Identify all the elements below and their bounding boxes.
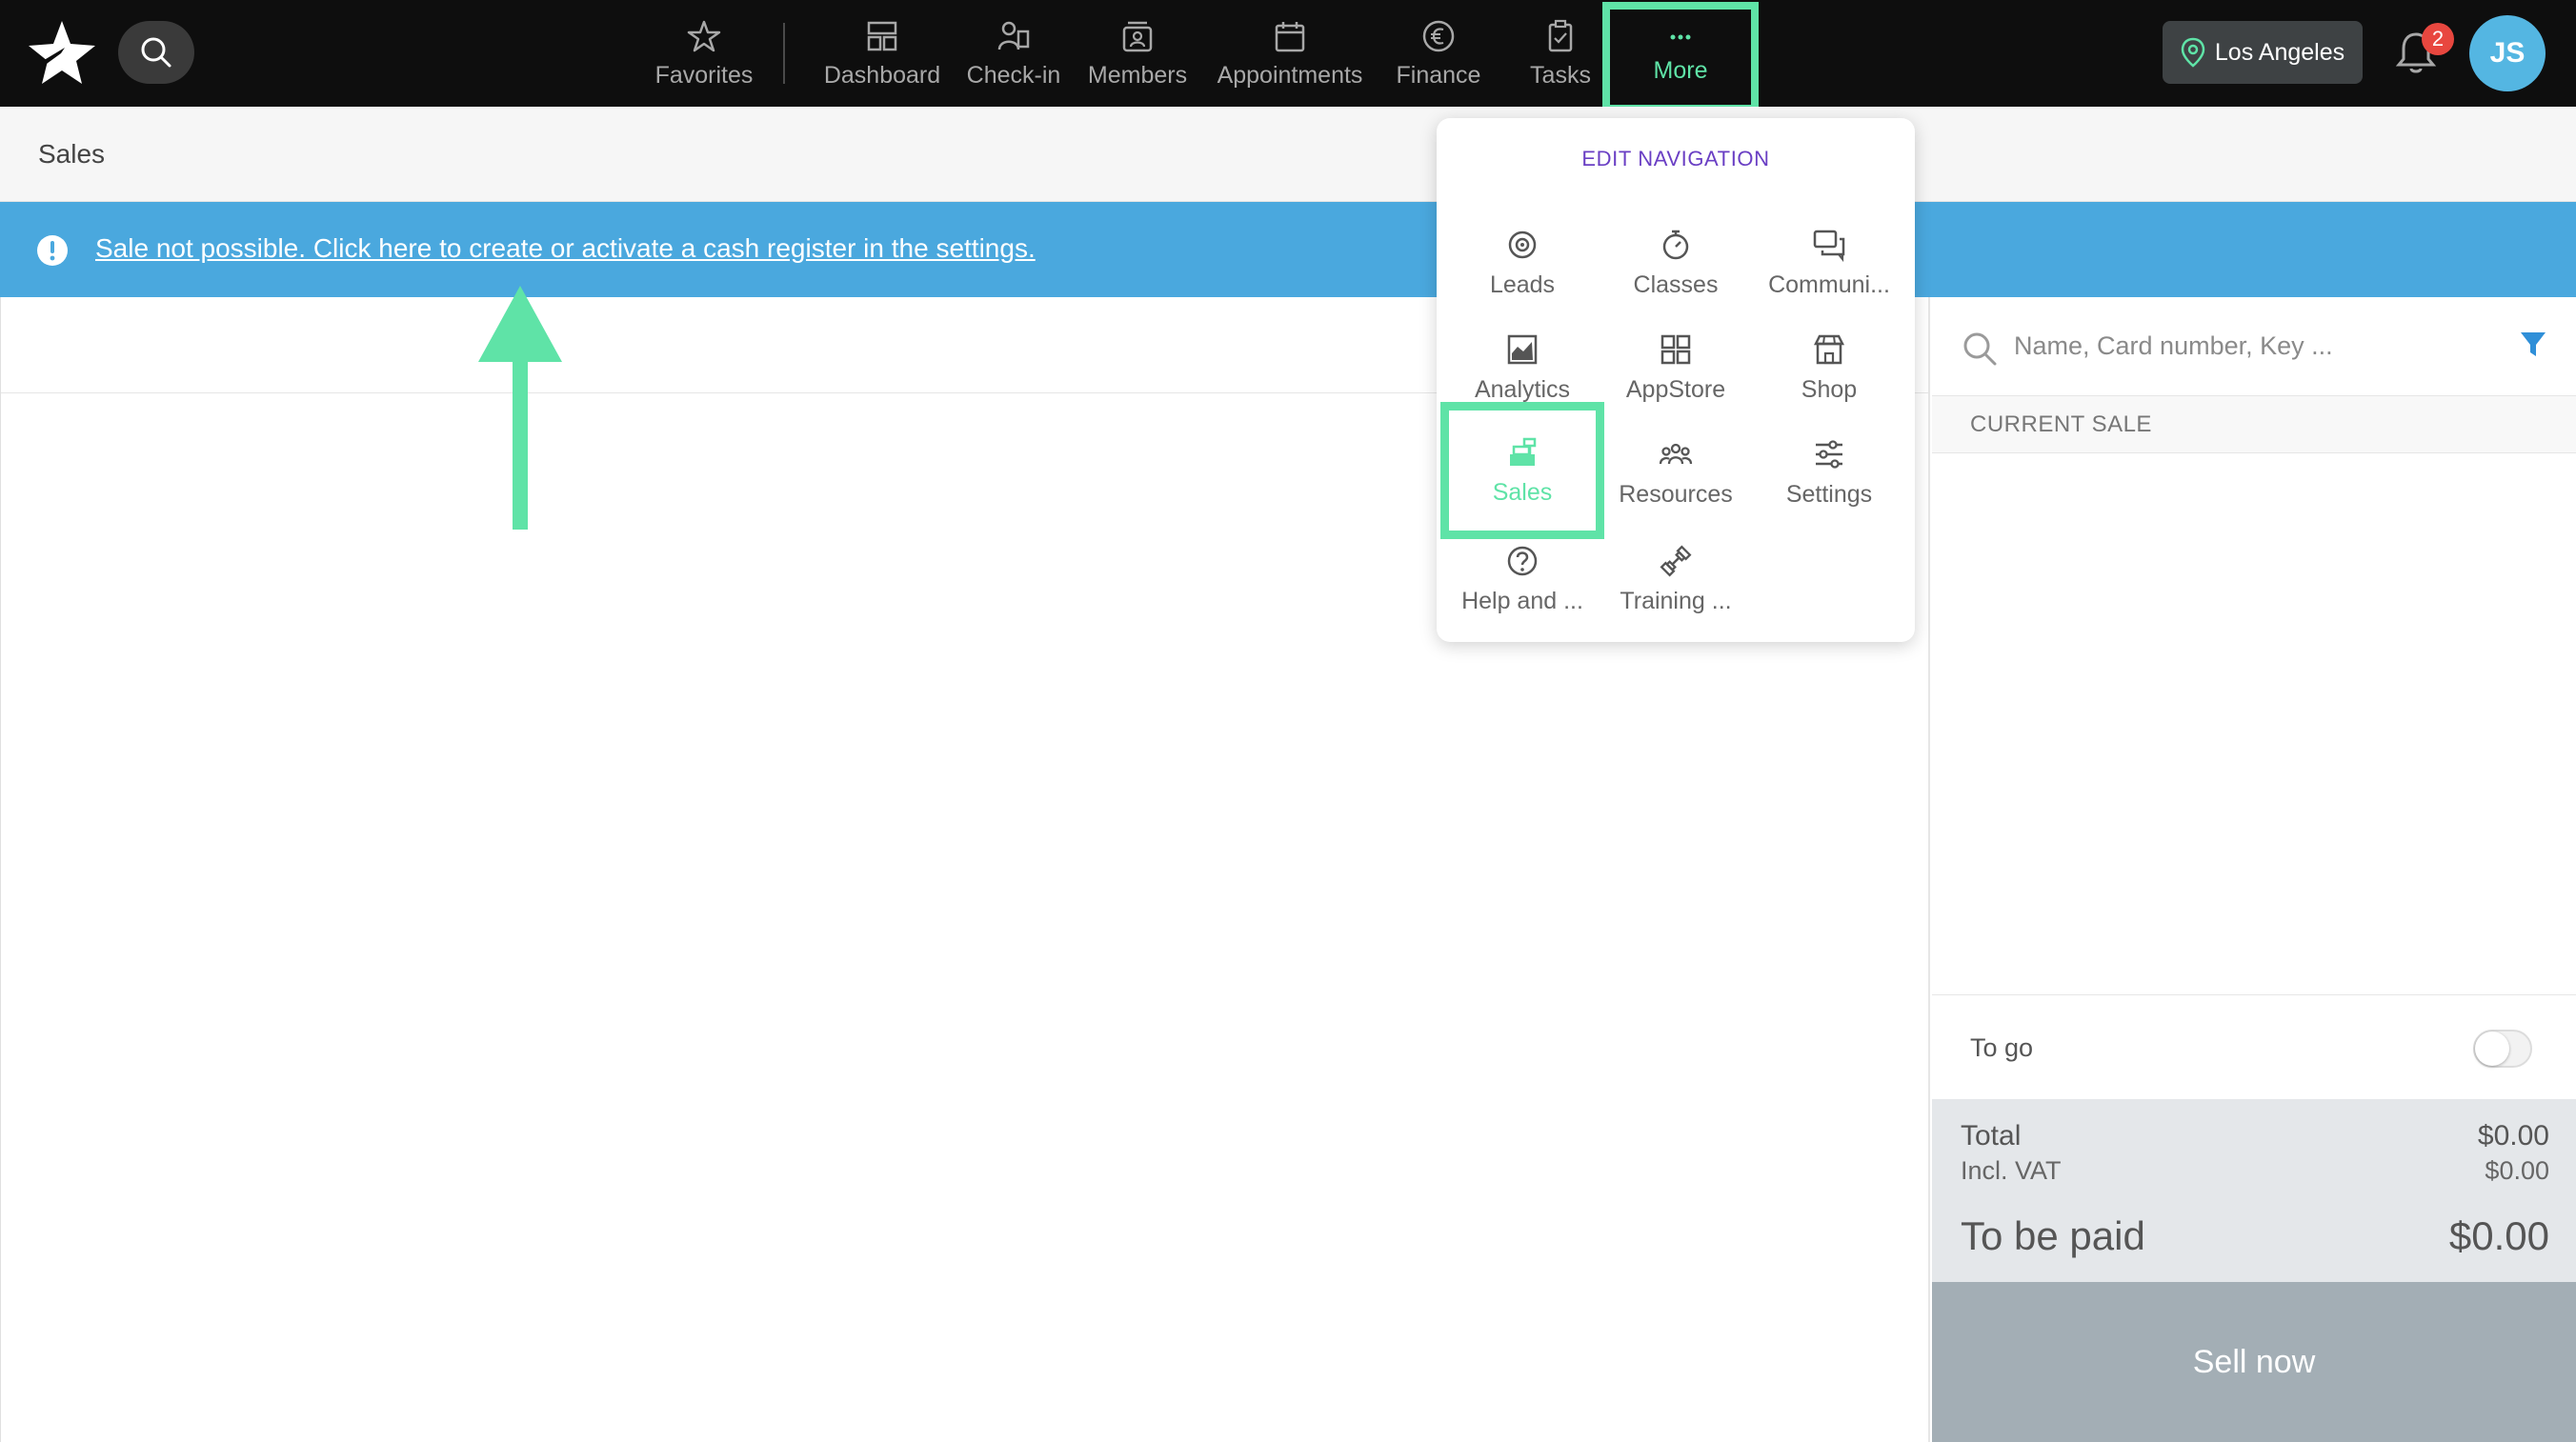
menu-item-analytics-label: Analytics	[1474, 375, 1571, 403]
to-go-row: To go	[1932, 994, 2576, 1099]
customer-search-bar[interactable]: Name, Card number, Key ...	[1932, 297, 2576, 396]
menu-item-settings-label: Settings	[1785, 480, 1873, 508]
nav-favorites[interactable]: Favorites	[640, 0, 768, 107]
people-icon	[1659, 443, 1693, 464]
totals-section: Total $0.00 Incl. VAT $0.00 To be paid $…	[1932, 1099, 2576, 1282]
menu-item-help[interactable]: Help and ...	[1446, 531, 1599, 627]
nav-appointments[interactable]: Appointments	[1210, 0, 1370, 107]
toggle-knob	[2475, 1031, 2509, 1066]
nav-more-button[interactable]: More	[1602, 2, 1759, 112]
nav-dashboard-label: Dashboard	[823, 61, 941, 89]
check-in-icon	[997, 21, 1030, 50]
cash-register-icon	[1510, 437, 1537, 466]
menu-item-shop[interactable]: Shop	[1753, 320, 1905, 415]
to-go-toggle[interactable]	[2473, 1030, 2532, 1068]
nav-members-label: Members	[1087, 61, 1188, 89]
menu-item-help-label: Help and ...	[1461, 587, 1583, 614]
analytics-icon	[1507, 334, 1538, 364]
menu-item-sales-label: Sales	[1492, 478, 1553, 506]
calendar-icon	[1275, 21, 1305, 51]
stopwatch-icon	[1662, 230, 1689, 259]
clipboard-icon	[1548, 19, 1573, 51]
sell-now-button[interactable]: Sell now	[1932, 1282, 2576, 1442]
annotation-arrow-icon	[478, 286, 562, 530]
app-root: Favorites Dashboard Check-in Members App…	[0, 0, 2576, 1442]
shop-icon	[1813, 334, 1845, 364]
ellipsis-icon	[1670, 34, 1691, 39]
menu-item-analytics[interactable]: Analytics	[1446, 320, 1599, 415]
nav-divider	[783, 23, 785, 84]
notification-count-badge: 2	[2422, 23, 2454, 55]
total-value: $0.00	[2477, 1120, 2549, 1152]
nav-check-in-label: Check-in	[966, 61, 1061, 89]
total-label: Total	[1961, 1120, 2022, 1152]
menu-item-communication[interactable]: Communi...	[1753, 215, 1905, 310]
euro-icon	[1422, 20, 1455, 51]
dumbbell-icon	[1660, 545, 1692, 576]
menu-item-training-label: Training ...	[1620, 587, 1732, 614]
search-icon	[1963, 332, 1997, 366]
nav-members[interactable]: Members	[1082, 0, 1193, 107]
brand-star-logo[interactable]	[27, 19, 97, 86]
menu-item-training[interactable]: Training ...	[1600, 531, 1752, 627]
menu-item-leads[interactable]: Leads	[1446, 215, 1599, 310]
nav-favorites-label: Favorites	[654, 61, 754, 89]
menu-item-shop-label: Shop	[1801, 375, 1858, 403]
page-title: Sales	[38, 139, 106, 169]
more-navigation-dropdown: EDIT NAVIGATION Leads Classes Communi...…	[1437, 118, 1915, 642]
menu-item-appstore[interactable]: AppStore	[1600, 320, 1752, 415]
menu-item-resources[interactable]: Resources	[1600, 425, 1752, 520]
dashboard-icon	[867, 21, 897, 50]
grid-icon	[1660, 334, 1691, 364]
to-be-paid-value: $0.00	[2448, 1213, 2549, 1258]
exclamation-circle-icon	[37, 235, 68, 266]
location-pin-icon	[2181, 37, 2205, 68]
menu-item-classes[interactable]: Classes	[1600, 215, 1752, 310]
menu-item-resources-label: Resources	[1619, 480, 1733, 508]
cash-register-alert-banner: Sale not possible. Click here to create …	[0, 202, 2576, 297]
nav-tasks-label: Tasks	[1530, 61, 1591, 89]
create-cash-register-link[interactable]: Sale not possible. Click here to create …	[95, 233, 1036, 264]
star-icon	[687, 20, 721, 51]
search-icon	[141, 37, 171, 68]
customer-search-input[interactable]: Name, Card number, Key ...	[2014, 331, 2333, 361]
to-go-label: To go	[1970, 1033, 2034, 1062]
help-icon	[1507, 546, 1538, 575]
current-sale-label: CURRENT SALE	[1970, 411, 2152, 437]
menu-item-classes-label: Classes	[1633, 270, 1719, 298]
target-icon	[1508, 230, 1537, 258]
location-selector[interactable]: Los Angeles	[2163, 21, 2363, 84]
sliders-icon	[1816, 439, 1842, 469]
vat-label: Incl. VAT	[1961, 1156, 2062, 1185]
menu-item-sales[interactable]: Sales	[1440, 402, 1604, 539]
nav-dashboard[interactable]: Dashboard	[815, 0, 949, 107]
filter-icon[interactable]	[2519, 330, 2547, 360]
members-icon	[1122, 21, 1153, 51]
menu-item-leads-label: Leads	[1489, 270, 1556, 298]
location-name: Los Angeles	[2214, 38, 2345, 66]
menu-item-communication-label: Communi...	[1768, 270, 1890, 298]
chat-icon	[1813, 230, 1845, 262]
global-search-button[interactable]	[118, 21, 194, 84]
nav-finance-label: Finance	[1396, 61, 1481, 89]
user-avatar[interactable]: JS	[2469, 15, 2546, 91]
nav-finance[interactable]: Finance	[1387, 0, 1490, 107]
nav-more-label: More	[1653, 56, 1708, 84]
nav-tasks[interactable]: Tasks	[1513, 0, 1608, 107]
top-navigation-bar: Favorites Dashboard Check-in Members App…	[0, 0, 2576, 112]
edit-navigation-link[interactable]: EDIT NAVIGATION	[1437, 147, 1915, 171]
nav-check-in[interactable]: Check-in	[962, 0, 1065, 107]
vat-value: $0.00	[2485, 1156, 2549, 1185]
menu-item-appstore-label: AppStore	[1625, 375, 1726, 403]
current-sale-header: CURRENT SALE	[1932, 396, 2576, 453]
to-be-paid-label: To be paid	[1961, 1213, 2145, 1258]
page-header: Sales	[0, 107, 2576, 202]
current-sale-panel: Name, Card number, Key ... CURRENT SALE …	[1932, 297, 2576, 1442]
nav-appointments-label: Appointments	[1217, 61, 1363, 89]
menu-item-settings[interactable]: Settings	[1753, 425, 1905, 520]
